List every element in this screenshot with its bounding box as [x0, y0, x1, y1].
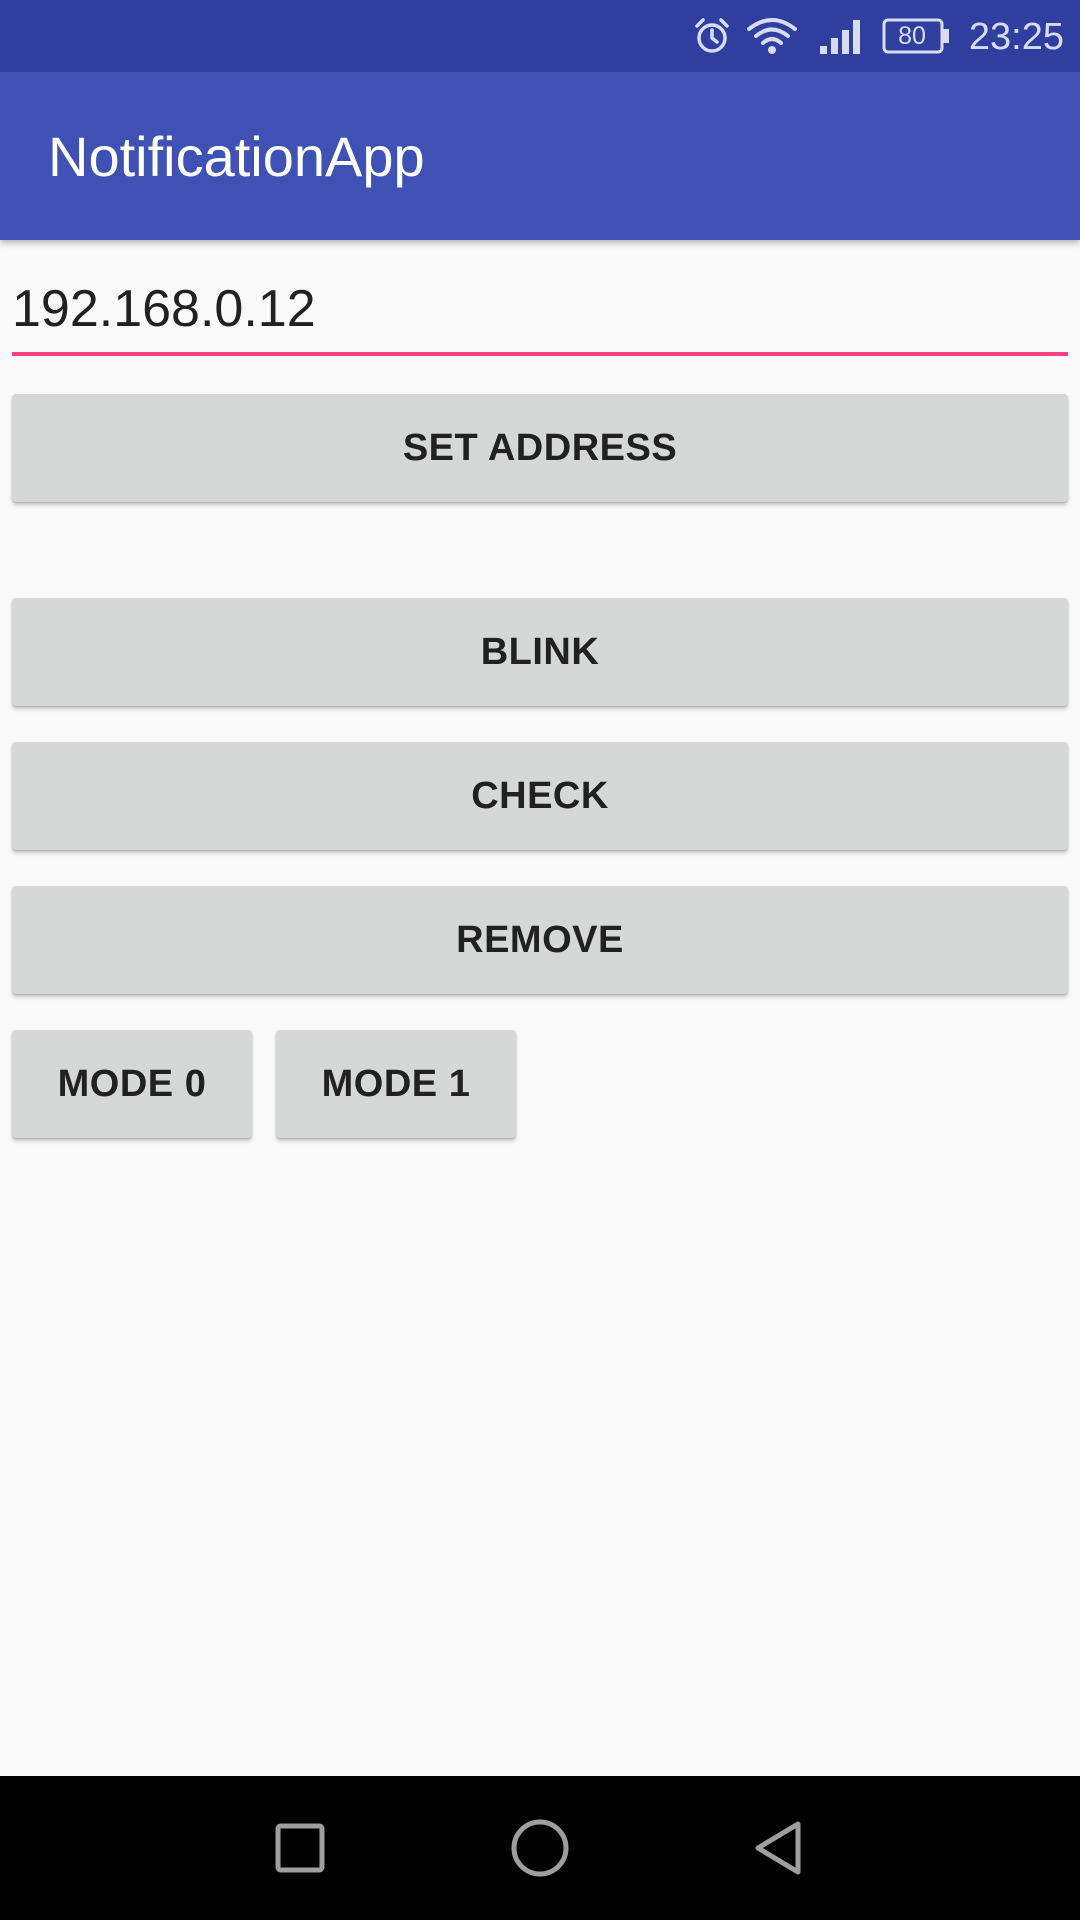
ip-address-input[interactable] [12, 266, 1068, 356]
mode-0-button[interactable]: MODE 0 [12, 1030, 252, 1138]
wifi-icon [746, 0, 798, 72]
app-title: NotificationApp [48, 125, 425, 188]
recents-icon[interactable] [240, 1776, 360, 1920]
battery-level: 80 [898, 21, 926, 50]
app-bar: NotificationApp [0, 72, 1080, 240]
status-time: 23:25 [968, 16, 1064, 58]
cell-signal-icon [818, 0, 866, 72]
navigation-bar [0, 1776, 1080, 1920]
battery-icon: 80 [882, 0, 952, 72]
blink-button[interactable]: BLINK [12, 598, 1068, 706]
home-icon[interactable] [480, 1776, 600, 1920]
check-button[interactable]: CHECK [12, 742, 1068, 850]
set-address-button[interactable]: SET ADDRESS [12, 394, 1068, 502]
back-icon[interactable] [720, 1776, 840, 1920]
status-bar: 80 23:25 [0, 0, 1080, 72]
mode-1-button[interactable]: MODE 1 [276, 1030, 516, 1138]
alarm-icon [692, 0, 732, 72]
remove-button[interactable]: REMOVE [12, 886, 1068, 994]
